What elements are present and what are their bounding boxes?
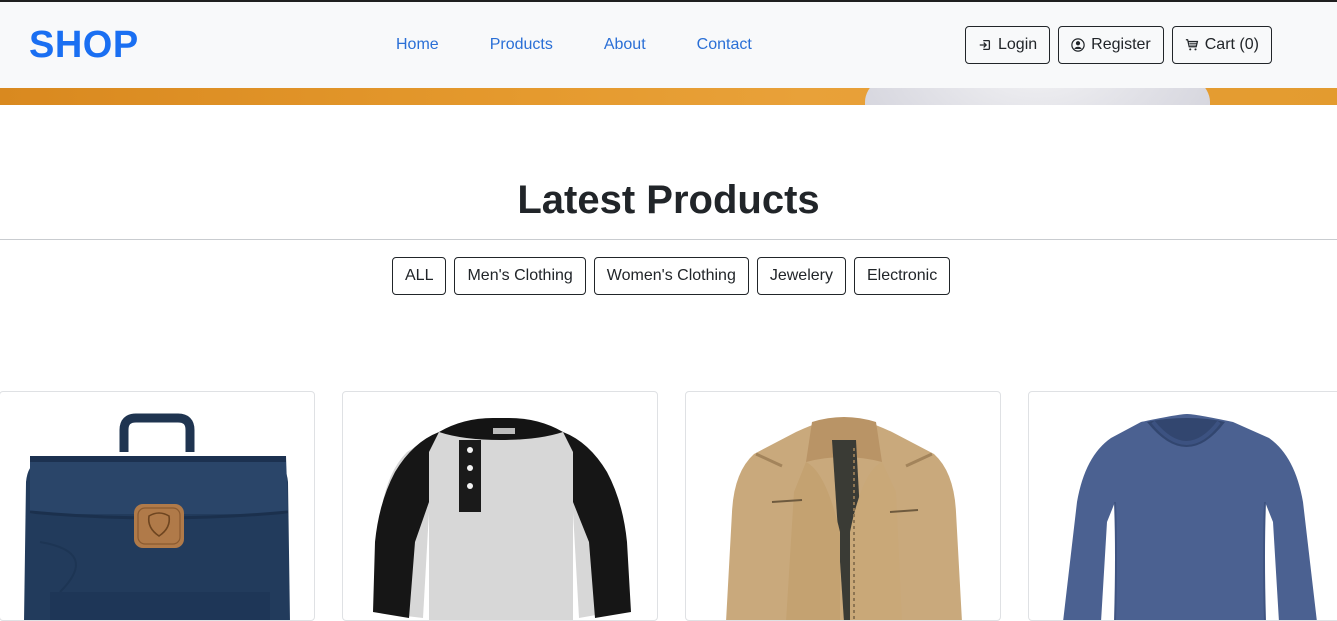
filter-all-button[interactable]: ALL [392, 257, 447, 295]
user-circle-icon [1071, 38, 1085, 52]
cart-label: Cart (0) [1204, 36, 1259, 53]
nav-links: Home Products About Contact [396, 36, 752, 54]
filter-womens-clothing-button[interactable]: Women's Clothing [593, 257, 749, 295]
product-card[interactable] [342, 391, 658, 621]
cart-button[interactable]: Cart (0) [1171, 26, 1272, 64]
nav-link-about[interactable]: About [604, 36, 646, 54]
page-title: Latest Products [517, 178, 820, 222]
nav-actions: Login Register Cart (0) [965, 26, 1272, 64]
login-icon [978, 38, 992, 52]
navbar: SHOP Home Products About Contact Login R… [0, 2, 1337, 88]
product-grid [0, 391, 1337, 621]
jacket-image [726, 417, 962, 620]
login-label: Login [998, 36, 1038, 53]
backpack-image [24, 413, 290, 620]
cart-icon [1185, 38, 1199, 52]
product-card[interactable] [0, 391, 315, 621]
filter-mens-clothing-button[interactable]: Men's Clothing [454, 257, 586, 295]
nav-link-contact[interactable]: Contact [697, 36, 752, 54]
filter-jewelery-button[interactable]: Jewelery [756, 257, 846, 295]
product-card[interactable] [685, 391, 1001, 621]
register-button[interactable]: Register [1058, 26, 1164, 64]
raglan-tshirt-image [373, 418, 631, 620]
product-card[interactable] [1028, 391, 1337, 621]
brand-logo[interactable]: SHOP [29, 24, 139, 67]
category-filters: ALL Men's Clothing Women's Clothing Jewe… [392, 257, 951, 295]
login-button[interactable]: Login [965, 26, 1051, 64]
register-label: Register [1091, 36, 1151, 53]
nav-link-products[interactable]: Products [490, 36, 553, 54]
longsleeve-shirt-image [1063, 414, 1317, 620]
nav-link-home[interactable]: Home [396, 36, 439, 54]
filter-electronic-button[interactable]: Electronic [853, 257, 951, 295]
divider [0, 239, 1337, 240]
